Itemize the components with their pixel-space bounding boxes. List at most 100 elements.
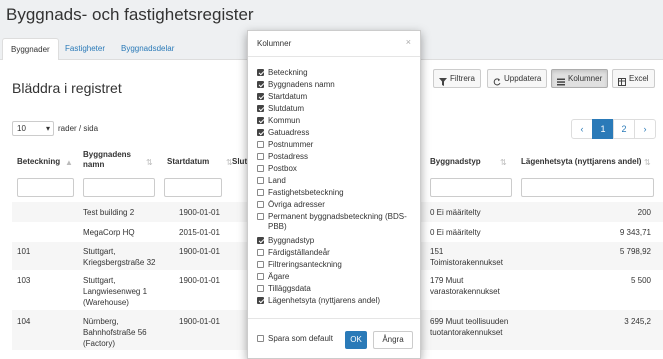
cell-namn: Nürnberg,: [83, 317, 119, 326]
checkbox[interactable]: [257, 335, 264, 342]
checkbox[interactable]: [257, 81, 264, 88]
section-title: Bläddra i registret: [12, 80, 122, 96]
cell-namn: Bahnhofstraße 56: [83, 328, 147, 337]
column-option-slutdatum[interactable]: Slutdatum: [257, 104, 415, 114]
refresh-button-label: Uppdatera: [504, 74, 542, 83]
pagination: ‹ 1 2 ›: [571, 119, 656, 139]
header-slut[interactable]: Slut: [232, 157, 247, 167]
checkbox[interactable]: [257, 285, 264, 292]
header-startdatum[interactable]: Startdatum: [167, 157, 209, 167]
column-option-byggnadstyp[interactable]: Byggnadstyp: [257, 236, 415, 246]
columns-button[interactable]: Kolumner: [551, 69, 609, 88]
app-header: Byggnads- och fastighetsregister: [0, 0, 663, 32]
refresh-icon: [493, 75, 501, 85]
column-option-label: Ägare: [268, 272, 290, 281]
column-option-gatuadress[interactable]: Gatuadress: [257, 128, 415, 138]
cell-lagenhetsyta: 200: [637, 208, 651, 217]
checkbox[interactable]: [257, 213, 264, 220]
funnel-icon: [439, 75, 447, 86]
filter-button[interactable]: Filtrera: [433, 69, 481, 88]
checkbox[interactable]: [257, 129, 264, 136]
column-option-ovriga-adresser[interactable]: Övriga adresser: [257, 200, 415, 210]
tab-byggnader[interactable]: Byggnader: [2, 38, 59, 61]
checkbox[interactable]: [257, 201, 264, 208]
cell-lagenhetsyta: 9 343,71: [619, 228, 651, 237]
column-option-postnummer[interactable]: Postnummer: [257, 140, 415, 150]
cell-startdatum: 1900-01-01: [179, 247, 220, 256]
sort-icon[interactable]: ⇅: [500, 158, 507, 167]
cell-beteckning: 104: [17, 317, 31, 326]
sort-asc-icon[interactable]: ▲: [65, 158, 73, 167]
page-size-select[interactable]: 10: [12, 121, 54, 136]
close-icon[interactable]: ×: [406, 37, 411, 47]
column-option-permanent-byggnadsbeteckning[interactable]: Permanent byggnadsbeteckning (BDS-PBB): [257, 212, 415, 232]
pager-page-1[interactable]: 1: [592, 119, 614, 139]
pager-next-button[interactable]: ›: [634, 119, 656, 139]
column-option-postbox[interactable]: Postbox: [257, 164, 415, 174]
tab-byggnadsdelar[interactable]: Byggnadsdelar: [113, 38, 182, 61]
cell-startdatum: 1900-01-01: [179, 317, 220, 326]
header-namn-line2[interactable]: namn: [83, 160, 104, 170]
ok-button[interactable]: OK: [345, 331, 367, 349]
column-option-fardigstallandear[interactable]: Färdigställandeår: [257, 248, 415, 258]
column-option-startdatum[interactable]: Startdatum: [257, 92, 415, 102]
save-as-default-option[interactable]: Spara som default: [257, 334, 347, 344]
column-option-beteckning[interactable]: Beteckning: [257, 68, 415, 78]
header-namn-line1[interactable]: Byggnadens: [83, 150, 131, 160]
excel-button[interactable]: Excel: [612, 69, 655, 88]
column-option-filtreringsanteckning[interactable]: Filtreringsanteckning: [257, 260, 415, 270]
column-option-label: Postadress: [268, 152, 309, 161]
column-option-postadress[interactable]: Postadress: [257, 152, 415, 162]
column-option-label: Beteckning: [268, 68, 308, 77]
cell-startdatum: 2015-01-01: [179, 228, 220, 237]
pager-page-2[interactable]: 2: [613, 119, 635, 139]
checkbox[interactable]: [257, 177, 264, 184]
filter-input-byggnadstyp[interactable]: [430, 178, 512, 197]
checkbox[interactable]: [257, 237, 264, 244]
checkbox[interactable]: [257, 189, 264, 196]
checkbox[interactable]: [257, 297, 264, 304]
column-option-label: Tilläggsdata: [268, 284, 311, 293]
cell-lagenhetsyta: 5 798,92: [619, 247, 651, 256]
cell-byggnadstyp: 0 Ei määritelty: [430, 228, 481, 237]
column-option-land[interactable]: Land: [257, 176, 415, 186]
checkbox[interactable]: [257, 261, 264, 268]
header-beteckning[interactable]: Beteckning: [17, 157, 60, 167]
cell-lagenhetsyta: 5 500: [630, 276, 651, 285]
sort-icon[interactable]: ⇅: [146, 158, 153, 167]
checkbox[interactable]: [257, 69, 264, 76]
filter-input-startdatum[interactable]: [164, 178, 222, 197]
tab-fastigheter[interactable]: Fastigheter: [57, 38, 113, 61]
filter-input-namn[interactable]: [83, 178, 155, 197]
column-option-fastighetsbeteckning[interactable]: Fastighetsbeteckning: [257, 188, 415, 198]
cancel-button[interactable]: Ångra: [373, 331, 413, 349]
sort-icon[interactable]: ⇅: [644, 158, 651, 167]
column-option-kommun[interactable]: Kommun: [257, 116, 415, 126]
header-byggnadstyp[interactable]: Byggnadstyp: [430, 157, 481, 167]
column-option-label: Land: [268, 176, 286, 185]
filter-input-lagenhetsyta[interactable]: [521, 178, 654, 197]
checkbox[interactable]: [257, 249, 264, 256]
checkbox[interactable]: [257, 105, 264, 112]
cell-startdatum: 1900-01-01: [179, 276, 220, 285]
cell-byggnadstyp: tuotantorakennukset: [430, 328, 503, 337]
excel-button-label: Excel: [629, 74, 649, 83]
checkbox[interactable]: [257, 117, 264, 124]
checkbox[interactable]: [257, 165, 264, 172]
columns-button-label: Kolumner: [568, 74, 603, 83]
checkbox[interactable]: [257, 273, 264, 280]
header-lagenhetsyta[interactable]: Lägenhetsyta (nyttjarens andel): [521, 157, 641, 167]
refresh-button[interactable]: Uppdatera: [487, 69, 548, 88]
pager-prev-button[interactable]: ‹: [571, 119, 593, 139]
filter-input-beteckning[interactable]: [17, 178, 74, 197]
dialog-title: Kolumner: [257, 39, 292, 48]
column-option-lagenhetsyta[interactable]: Lägenhetsyta (nyttjarens andel): [257, 296, 415, 306]
checkbox[interactable]: [257, 141, 264, 148]
column-option-agare[interactable]: Ägare: [257, 272, 415, 282]
checkbox[interactable]: [257, 93, 264, 100]
column-option-byggnadens-namn[interactable]: Byggnadens namn: [257, 80, 415, 90]
cell-beteckning: 101: [17, 247, 31, 256]
column-option-tillaggsdata[interactable]: Tilläggsdata: [257, 284, 415, 294]
column-option-label: Färdigställandeår: [268, 248, 330, 257]
checkbox[interactable]: [257, 153, 264, 160]
